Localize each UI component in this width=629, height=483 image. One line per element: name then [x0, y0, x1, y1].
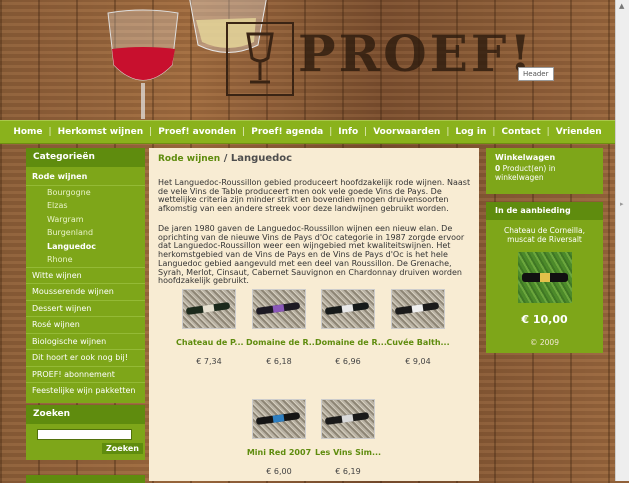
offer-product-name[interactable]: Chateau de Corneilla, muscat de Riversal… — [486, 226, 603, 244]
nav-separator: | — [492, 127, 496, 137]
offer-title: In de aanbieding — [486, 202, 603, 220]
product-name[interactable]: Chateau de P... — [176, 338, 244, 347]
nav-item-avonden[interactable]: Proef! avonden — [158, 127, 236, 137]
product-name[interactable]: Domaine de R... — [315, 338, 387, 347]
product-thumbnail[interactable] — [182, 289, 236, 329]
nav-item-vrienden[interactable]: Vrienden — [556, 127, 602, 137]
scroll-grip-icon[interactable]: ▸ — [620, 200, 624, 208]
product-card[interactable]: Domaine de R... € 6,96 — [315, 289, 387, 366]
bottle-label — [341, 304, 354, 313]
search-button[interactable]: Zoeken — [102, 443, 143, 454]
nav-separator: | — [149, 127, 153, 137]
category-dit-hoort-er-ook-bij[interactable]: Dit hoort er ook nog bij! — [26, 350, 145, 367]
breadcrumb-separator: / — [223, 153, 228, 164]
product-card[interactable]: Domaine de R... € 6,18 — [246, 289, 318, 366]
category-feestelijke-pakketten[interactable]: Feestelijke wijn pakketten — [26, 383, 145, 399]
product-thumbnail[interactable] — [252, 289, 306, 329]
nav-separator: | — [242, 127, 246, 137]
bottle-label — [411, 304, 424, 313]
site-logo-text[interactable]: PROEF! — [298, 24, 534, 84]
product-name[interactable]: Les Vins Sim... — [315, 448, 381, 457]
product-card[interactable]: Les Vins Sim... € 6,19 — [315, 399, 381, 476]
nav-item-login[interactable]: Log in — [455, 127, 486, 137]
logo-glass-icon — [246, 32, 274, 84]
intro-paragraph-2: De jaren 1980 gaven de Languedoc-Roussil… — [158, 224, 465, 286]
category-rose-wijnen[interactable]: Rosé wijnen — [26, 317, 145, 334]
product-price: € 6,00 — [266, 467, 292, 476]
nav-separator: | — [446, 127, 450, 137]
offer-product-image[interactable] — [517, 252, 572, 303]
category-mousserende-wijnen[interactable]: Mousserende wijnen — [26, 284, 145, 301]
nav-item-home[interactable]: Home — [13, 127, 42, 137]
cart-item-text: Product(en) in winkelwagen — [495, 164, 556, 182]
breadcrumb: Rode wijnen / Languedoc — [158, 153, 292, 164]
nav-separator: | — [546, 127, 550, 137]
nav-item-herkomst[interactable]: Herkomst wijnen — [58, 127, 144, 137]
search-body: Zoeken — [26, 424, 145, 460]
category-list: Rode wijnen Bourgogne Elzas Wargram Burg… — [26, 167, 145, 403]
page-scrollbar[interactable]: ▲ ▸ — [615, 0, 629, 481]
breadcrumb-current: Languedoc — [230, 153, 293, 164]
scroll-up-arrow-icon[interactable]: ▲ — [619, 2, 624, 10]
product-price: € 9,04 — [405, 357, 431, 366]
bottle-label — [539, 273, 550, 282]
category-rode-wijnen[interactable]: Rode wijnen — [26, 169, 145, 186]
site-header: PROEF! Header — [0, 0, 615, 120]
category-dessert-wijnen[interactable]: Dessert wijnen — [26, 301, 145, 317]
cart-summary[interactable]: 0 Product(en) in winkelwagen — [486, 164, 603, 182]
product-name[interactable]: Domaine de R... — [246, 338, 318, 347]
intro-paragraph-1: Het Languedoc-Roussillon gebied producee… — [158, 178, 471, 214]
search-panel: Zoeken Zoeken — [26, 405, 145, 460]
category-witte-wijnen[interactable]: Witte wijnen — [26, 268, 145, 284]
subcategory-bourgogne[interactable]: Bourgogne — [26, 186, 145, 200]
bottle-label — [202, 304, 215, 313]
product-name[interactable]: Cuvée Balth... — [385, 338, 451, 347]
product-thumbnail[interactable] — [321, 289, 375, 329]
nav-item-voorwaarden[interactable]: Voorwaarden — [373, 127, 440, 137]
product-name[interactable]: Mini Red 2007 — [246, 448, 312, 457]
cart-title[interactable]: Winkelwagen — [486, 148, 603, 164]
product-price: € 6,19 — [335, 467, 361, 476]
nav-separator: | — [329, 127, 333, 137]
nav-separator: | — [364, 127, 368, 137]
subcategory-elzas[interactable]: Elzas — [26, 199, 145, 213]
special-offer-panel: In de aanbieding Chateau de Corneilla, m… — [486, 202, 603, 353]
nav-item-contact[interactable]: Contact — [501, 127, 540, 137]
category-proef-abonnement[interactable]: PROEF! abonnement — [26, 367, 145, 383]
product-price: € 7,34 — [196, 357, 222, 366]
subcategory-wargram[interactable]: Wargram — [26, 213, 145, 227]
bottle-label — [272, 304, 285, 313]
main-content: Rode wijnen / Languedoc Het Languedoc-Ro… — [149, 148, 479, 481]
product-card[interactable]: Chateau de P... € 7,34 — [176, 289, 244, 366]
shopping-cart-panel: Winkelwagen 0 Product(en) in winkelwagen — [486, 148, 603, 194]
nav-item-info[interactable]: Info — [338, 127, 358, 137]
subcategory-rhone[interactable]: Rhone — [26, 253, 145, 268]
category-biologische-wijnen[interactable]: Biologische wijnen — [26, 334, 145, 350]
search-title: Zoeken — [26, 405, 145, 424]
header-badge: Header — [518, 67, 554, 81]
copyright-text: © 2009 — [530, 338, 559, 347]
nav-separator: | — [48, 127, 52, 137]
product-card[interactable]: Mini Red 2007 € 6,00 — [246, 399, 312, 476]
left-sidebar: Categorieën Rode wijnen Bourgogne Elzas … — [26, 148, 145, 483]
nav-item-agenda[interactable]: Proef! agenda — [251, 127, 323, 137]
offer-price: € 10,00 — [521, 313, 568, 326]
breadcrumb-link-rode-wijnen[interactable]: Rode wijnen — [158, 154, 220, 164]
product-price: € 6,18 — [266, 357, 292, 366]
product-price: € 6,96 — [335, 357, 361, 366]
subcategory-languedoc[interactable]: Languedoc — [26, 240, 145, 254]
categories-title: Categorieën — [26, 148, 145, 167]
bottle-label — [272, 414, 285, 423]
sidebar-next-panel-edge — [26, 475, 145, 483]
subcategory-burgenland[interactable]: Burgenland — [26, 226, 145, 240]
cart-item-count: 0 — [495, 164, 501, 173]
product-thumbnail[interactable] — [391, 289, 445, 329]
bottle-label — [341, 414, 354, 423]
search-input[interactable] — [37, 429, 132, 440]
product-thumbnail[interactable] — [252, 399, 306, 439]
product-card[interactable]: Cuvée Balth... € 9,04 — [385, 289, 451, 366]
product-thumbnail[interactable] — [321, 399, 375, 439]
main-navigation: Home | Herkomst wijnen | Proef! avonden … — [0, 120, 615, 144]
logo-emblem — [226, 22, 294, 96]
